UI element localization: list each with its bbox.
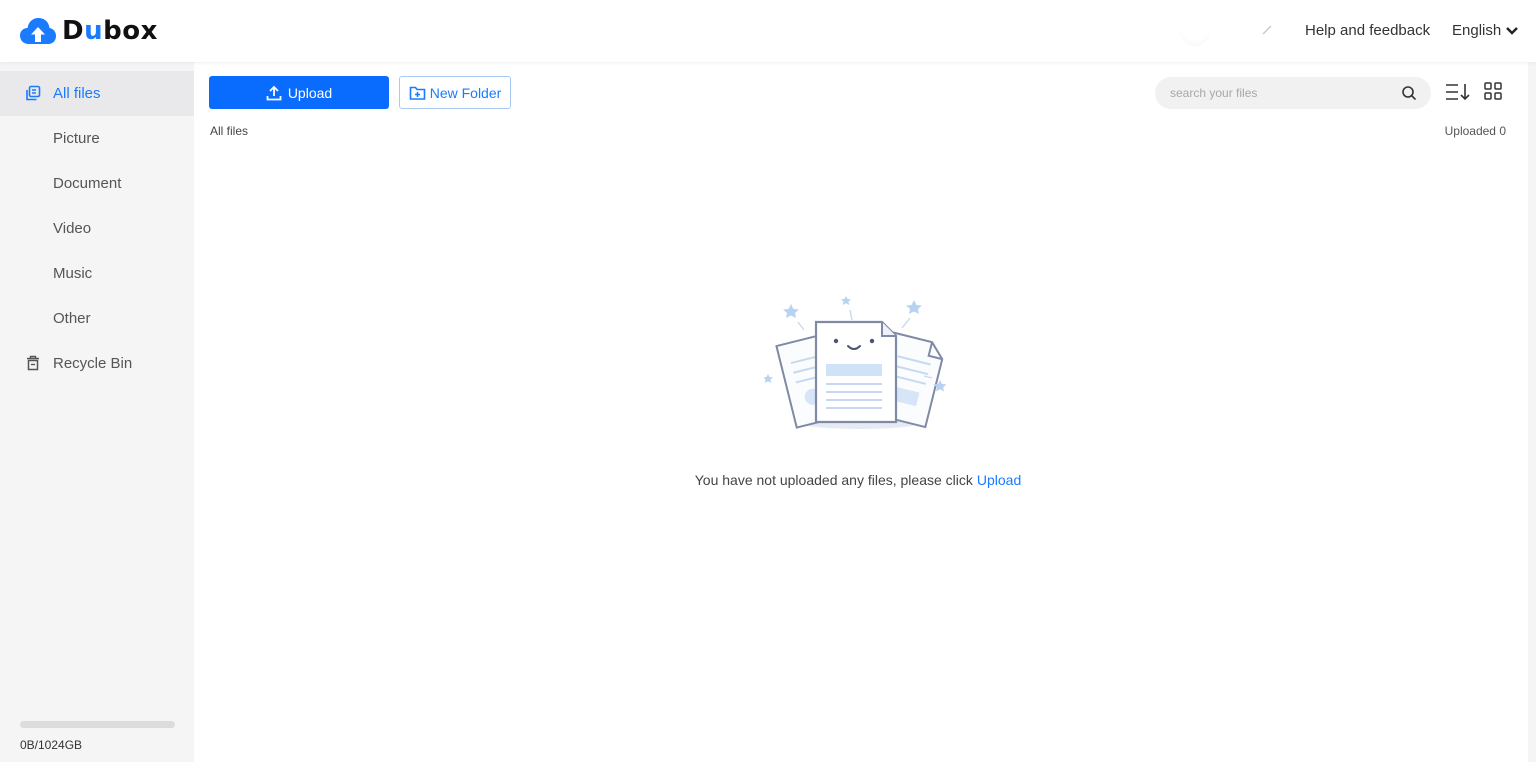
new-folder-button[interactable]: New Folder [399, 76, 511, 109]
language-dropdown[interactable]: English [1452, 22, 1519, 39]
sidebar-item-video[interactable]: Video [0, 206, 194, 251]
sort-icon[interactable] [1445, 82, 1471, 102]
sidebar-item-all-files[interactable]: All files [0, 71, 194, 116]
sidebar-item-label: Music [53, 265, 93, 282]
sidebar: All files Picture Document Video Music O… [0, 62, 194, 762]
scrollbar[interactable] [1528, 62, 1536, 762]
empty-state-upload-link[interactable]: Upload [977, 472, 1021, 488]
upload-button[interactable]: Upload [209, 76, 389, 109]
sidebar-item-label: Recycle Bin [53, 355, 133, 372]
files-icon [24, 84, 42, 102]
avatar[interactable] [1180, 14, 1210, 46]
chevron-down-icon [1506, 26, 1519, 35]
upload-icon [266, 85, 282, 100]
sidebar-item-recycle-bin[interactable]: Recycle Bin [0, 341, 194, 386]
sidebar-item-label: All files [53, 85, 101, 102]
empty-state-message: You have not uploaded any files, please … [194, 472, 1522, 488]
storage-usage-text: 0B/1024GB [20, 738, 83, 752]
empty-state-text: You have not uploaded any files, please … [694, 472, 973, 488]
sidebar-item-document[interactable]: Document [0, 161, 194, 206]
main-content: Upload New Folder All files Uploaded 0 [194, 62, 1528, 762]
storage-progress-bar [20, 721, 175, 728]
edit-pen-icon[interactable] [1262, 25, 1272, 35]
sidebar-item-picture[interactable]: Picture [0, 116, 194, 161]
sidebar-item-label: Picture [53, 130, 100, 147]
breadcrumb[interactable]: All files [210, 124, 248, 138]
search-box [1155, 77, 1431, 109]
sidebar-item-music[interactable]: Music [0, 251, 194, 296]
sidebar-item-label: Video [53, 220, 92, 237]
search-input[interactable] [1170, 86, 1400, 100]
new-folder-icon [409, 86, 426, 100]
trash-icon [24, 354, 42, 372]
empty-files-illustration [764, 296, 947, 429]
sidebar-item-label: Document [53, 175, 122, 192]
grid-view-icon[interactable] [1484, 82, 1502, 100]
cloud-upload-logo-icon [20, 18, 56, 44]
search-icon[interactable] [1401, 85, 1417, 101]
sidebar-item-other[interactable]: Other [0, 296, 194, 341]
sidebar-item-label: Other [53, 310, 91, 327]
dubox-logo[interactable]: Dubox [20, 14, 158, 48]
top-header: Dubox Help and feedback English [0, 0, 1536, 62]
upload-button-label: Upload [287, 84, 333, 101]
language-label: English [1452, 22, 1502, 39]
uploaded-count: Uploaded 0 [1444, 124, 1506, 138]
new-folder-label: New Folder [429, 84, 502, 101]
logo-text: Dubox [62, 16, 158, 46]
help-feedback-link[interactable]: Help and feedback [1305, 22, 1430, 39]
